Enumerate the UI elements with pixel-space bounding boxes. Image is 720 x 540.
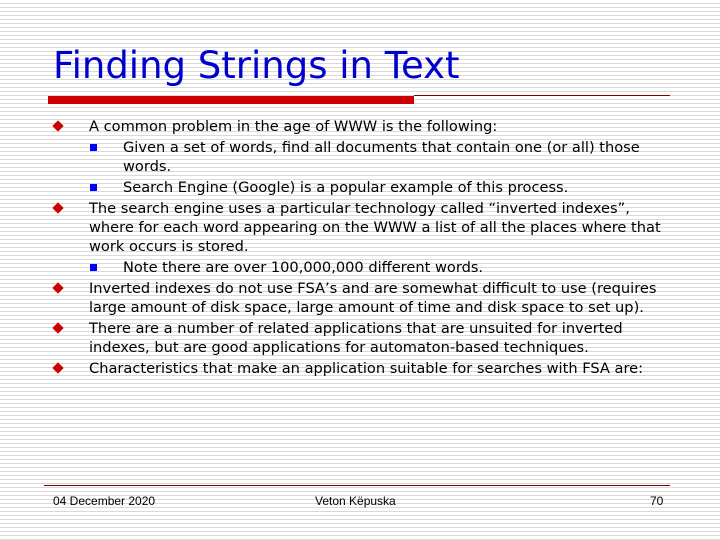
bullet-item: Inverted indexes do not use FSA’s and ar… (52, 279, 672, 317)
page-number: 70 (650, 494, 664, 508)
bullet-text: There are a number of related applicatio… (89, 320, 623, 356)
footer-author: Veton Këpuska (315, 494, 396, 508)
title-rule (414, 95, 670, 96)
sub-bullet-item: Given a set of words, find all documents… (52, 138, 672, 176)
bullet-item: A common problem in the age of WWW is th… (52, 117, 672, 136)
slide-title: Finding Strings in Text (53, 44, 460, 87)
diamond-bullet-icon (52, 322, 64, 334)
square-bullet-icon (90, 184, 97, 191)
diamond-bullet-icon (52, 362, 64, 374)
bullet-text: A common problem in the age of WWW is th… (89, 118, 498, 135)
sub-bullet-item: Note there are over 100,000,000 differen… (52, 258, 672, 277)
diamond-bullet-icon (52, 120, 64, 132)
bullet-text: The search engine uses a particular tech… (89, 200, 661, 255)
title-accent-bar (48, 96, 414, 104)
square-bullet-icon (90, 144, 97, 151)
footer-date: 04 December 2020 (53, 494, 156, 508)
sub-bullet-text: Search Engine (Google) is a popular exam… (123, 179, 569, 196)
sub-bullet-text: Note there are over 100,000,000 differen… (123, 259, 484, 276)
bullet-item: The search engine uses a particular tech… (52, 199, 672, 256)
bullet-text: Inverted indexes do not use FSA’s and ar… (89, 280, 657, 316)
diamond-bullet-icon (52, 282, 64, 294)
sub-bullet-item: Search Engine (Google) is a popular exam… (52, 178, 672, 197)
bullet-item: There are a number of related applicatio… (52, 319, 672, 357)
slide-body: A common problem in the age of WWW is th… (52, 117, 672, 380)
diamond-bullet-icon (52, 202, 64, 214)
bullet-item: Characteristics that make an application… (52, 359, 672, 378)
square-bullet-icon (90, 264, 97, 271)
sub-bullet-text: Given a set of words, find all documents… (123, 139, 640, 175)
footer-rule (44, 485, 670, 486)
bullet-text: Characteristics that make an application… (89, 360, 644, 377)
